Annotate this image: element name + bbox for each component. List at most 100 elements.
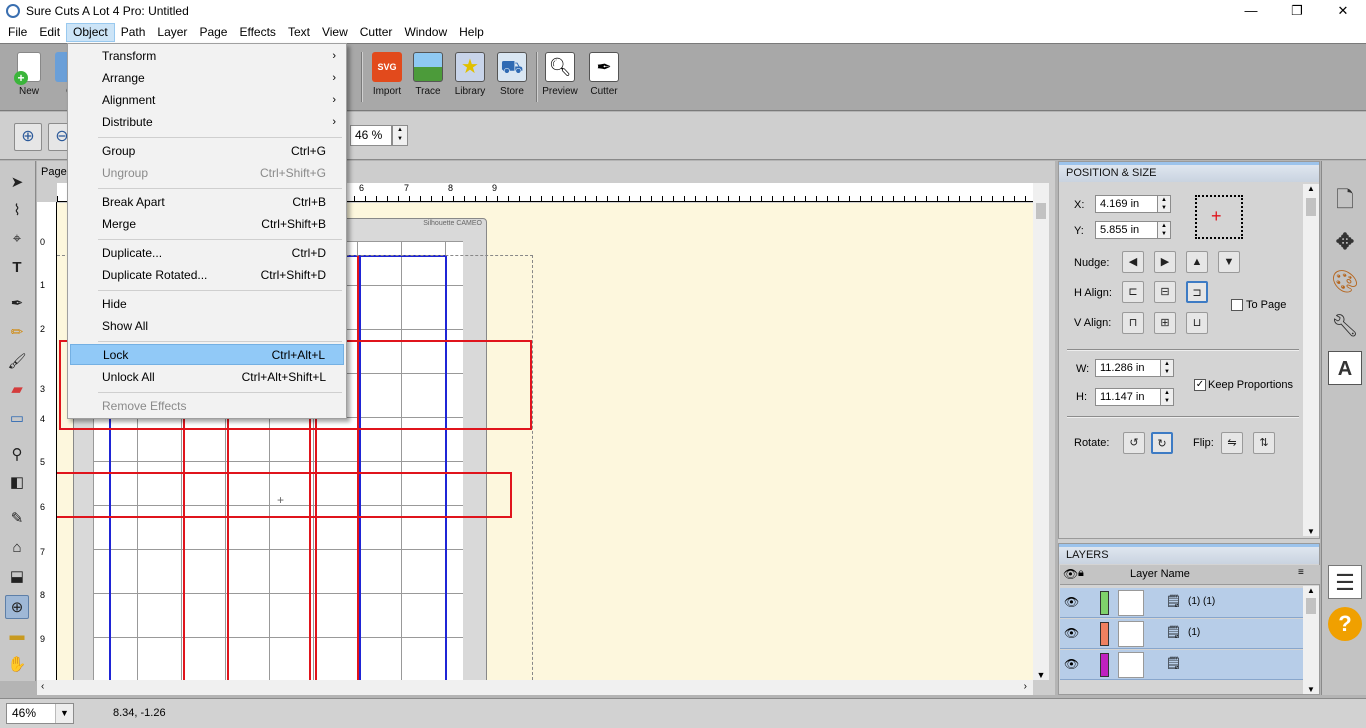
menu-cutter[interactable]: Cutter [354,23,399,42]
menu-text[interactable]: Text [282,23,316,42]
pencil-icon[interactable]: ✏ [5,321,29,345]
eyedropper-icon[interactable]: ⚲ [5,443,29,467]
pen-icon[interactable]: ✒ [5,292,29,316]
layer-color-swatch[interactable] [1100,591,1109,615]
node-edit-icon[interactable]: ⌇ [5,199,29,223]
layer-row[interactable]: 👁︎ 🗒︎ (1) (1) [1060,588,1303,618]
hand-icon[interactable]: ✋ [5,653,29,677]
help-icon[interactable]: ? [1328,607,1362,641]
align-top-icon[interactable]: ⊓ [1122,312,1144,334]
menu-effects[interactable]: Effects [233,23,281,42]
trace-button[interactable]: Trace [408,50,448,108]
rotate-left-icon[interactable]: ↺ [1123,432,1145,454]
align-right-icon[interactable]: ⊐ [1186,281,1208,303]
menu-item-hide[interactable]: Hide [70,294,344,315]
y-spinner[interactable]: ▲ ▼ [1157,221,1171,239]
height-field[interactable]: 11.147 in [1095,388,1165,406]
menu-item-transform[interactable]: Transform › [70,46,344,67]
scroll-up-icon[interactable]: ▲ [1303,586,1319,595]
menu-item-break-apart[interactable]: Break Apart Ctrl+B [70,192,344,213]
menu-item-merge[interactable]: Merge Ctrl+Shift+B [70,214,344,235]
x-spinner[interactable]: ▲ ▼ [1157,195,1171,213]
font-icon[interactable]: A [1328,351,1362,385]
layer-color-swatch[interactable] [1100,653,1109,677]
keep-proportions-checkbox[interactable]: ✓ [1194,379,1206,391]
scroll-down-icon[interactable]: ▼ [1303,685,1319,694]
x-field[interactable]: 4.169 in [1095,195,1165,213]
vertical-scrollbar[interactable]: ▼ [1033,183,1049,680]
store-button[interactable]: ⛟ Store [492,50,532,108]
library-button[interactable]: ★ Library [450,50,490,108]
chevron-down-icon[interactable]: ▼ [55,704,73,723]
menu-layer[interactable]: Layer [151,23,193,42]
minimize-button[interactable]: — [1228,0,1274,22]
to-page-checkbox[interactable] [1231,299,1243,311]
scroll-down-icon[interactable]: ▼ [1033,670,1049,680]
eye-icon[interactable]: 👁︎ [1064,626,1079,640]
lock-icon[interactable]: 🔒︎ [1078,567,1084,580]
menu-item-alignment[interactable]: Alignment › [70,90,344,111]
scroll-up-icon[interactable]: ▲ [1303,184,1319,193]
menu-path[interactable]: Path [115,23,152,42]
align-bottom-icon[interactable]: ⊔ [1186,312,1208,334]
ruler-icon[interactable]: ▬ [5,624,29,648]
zoom-icon[interactable]: ⊕ [5,595,29,619]
scroll-thumb[interactable] [1036,203,1046,219]
maximize-button[interactable]: ❐ [1274,0,1320,22]
zoom-percent-field[interactable]: 46 % [350,125,392,146]
align-left-icon[interactable]: ⊏ [1122,281,1144,303]
scroll-left-icon[interactable]: ‹ [41,681,44,692]
layers-scrollbar[interactable]: ▲ ▼ [1303,586,1319,694]
horizontal-scrollbar[interactable]: ‹ › [37,680,1033,695]
menu-page[interactable]: Page [193,23,233,42]
scroll-thumb[interactable] [1306,598,1316,614]
layer-row[interactable]: 👁︎ 🗒︎ [1060,650,1303,680]
menu-help[interactable]: Help [453,23,490,42]
flip-vertical-icon[interactable]: ⇅ [1253,432,1275,454]
scroll-right-icon[interactable]: › [1024,681,1027,692]
align-middle-v-icon[interactable]: ⊞ [1154,312,1176,334]
brush-icon[interactable]: 🖌︎ [5,350,29,374]
menu-item-arrange[interactable]: Arrange › [70,68,344,89]
layer-color-swatch[interactable] [1100,622,1109,646]
knife-icon[interactable]: ✎ [5,507,29,531]
panel-scrollbar[interactable]: ▲ ▼ [1303,184,1319,536]
palette-icon[interactable]: 🎨︎ [1328,265,1362,299]
nudge-right-icon[interactable]: ▶ [1154,251,1176,273]
align-center-h-icon[interactable]: ⊟ [1154,281,1176,303]
eraser-icon[interactable]: ▰ [5,378,29,402]
height-spinner[interactable]: ▲ ▼ [1160,388,1174,406]
nudge-down-icon[interactable]: ▼ [1218,251,1240,273]
zoom-in-button[interactable]: ⊕ [14,123,42,151]
weld-icon[interactable]: ⌂ [5,536,29,560]
layers-menu-icon[interactable]: ≡ [1298,567,1304,578]
rectangle-icon[interactable]: ▭ [5,407,29,431]
scroll-thumb[interactable] [1306,198,1316,216]
eye-icon[interactable]: 👁︎ [1063,567,1078,581]
arrow-select-icon[interactable]: ➤ [5,171,29,195]
menu-item-lock[interactable]: Lock Ctrl+Alt+L [70,344,344,365]
menu-object[interactable]: Object [66,23,115,42]
width-field[interactable]: 11.286 in [1095,359,1165,377]
import-button[interactable]: SVG Import [367,50,407,108]
layers-icon[interactable]: ☰ [1328,565,1362,599]
menu-item-unlock-all[interactable]: Unlock All Ctrl+Alt+Shift+L [70,367,344,388]
gradient-icon[interactable]: ◧ [5,471,29,495]
zoom-select[interactable]: 46% ▼ [6,703,74,724]
zoom-spinner[interactable]: ▲ ▼ [392,125,408,146]
menu-item-group[interactable]: Group Ctrl+G [70,141,344,162]
rotate-right-icon[interactable]: ↻ [1151,432,1173,454]
move-icon[interactable]: ✥ [1328,225,1362,259]
menu-file[interactable]: File [2,23,33,42]
close-button[interactable]: ✕ [1320,0,1366,22]
menu-edit[interactable]: Edit [33,23,66,42]
new-button[interactable]: + New [9,50,49,108]
nudge-left-icon[interactable]: ◀ [1122,251,1144,273]
reference-point-selector[interactable]: + [1195,195,1243,239]
layer-row[interactable]: 👁︎ 🗒︎ (1) [1060,619,1303,649]
y-field[interactable]: 5.855 in [1095,221,1165,239]
trim-icon[interactable]: ⬓ [5,565,29,589]
menu-view[interactable]: View [316,23,354,42]
menu-item-show-all[interactable]: Show All [70,316,344,337]
scroll-down-icon[interactable]: ▼ [1303,527,1319,536]
